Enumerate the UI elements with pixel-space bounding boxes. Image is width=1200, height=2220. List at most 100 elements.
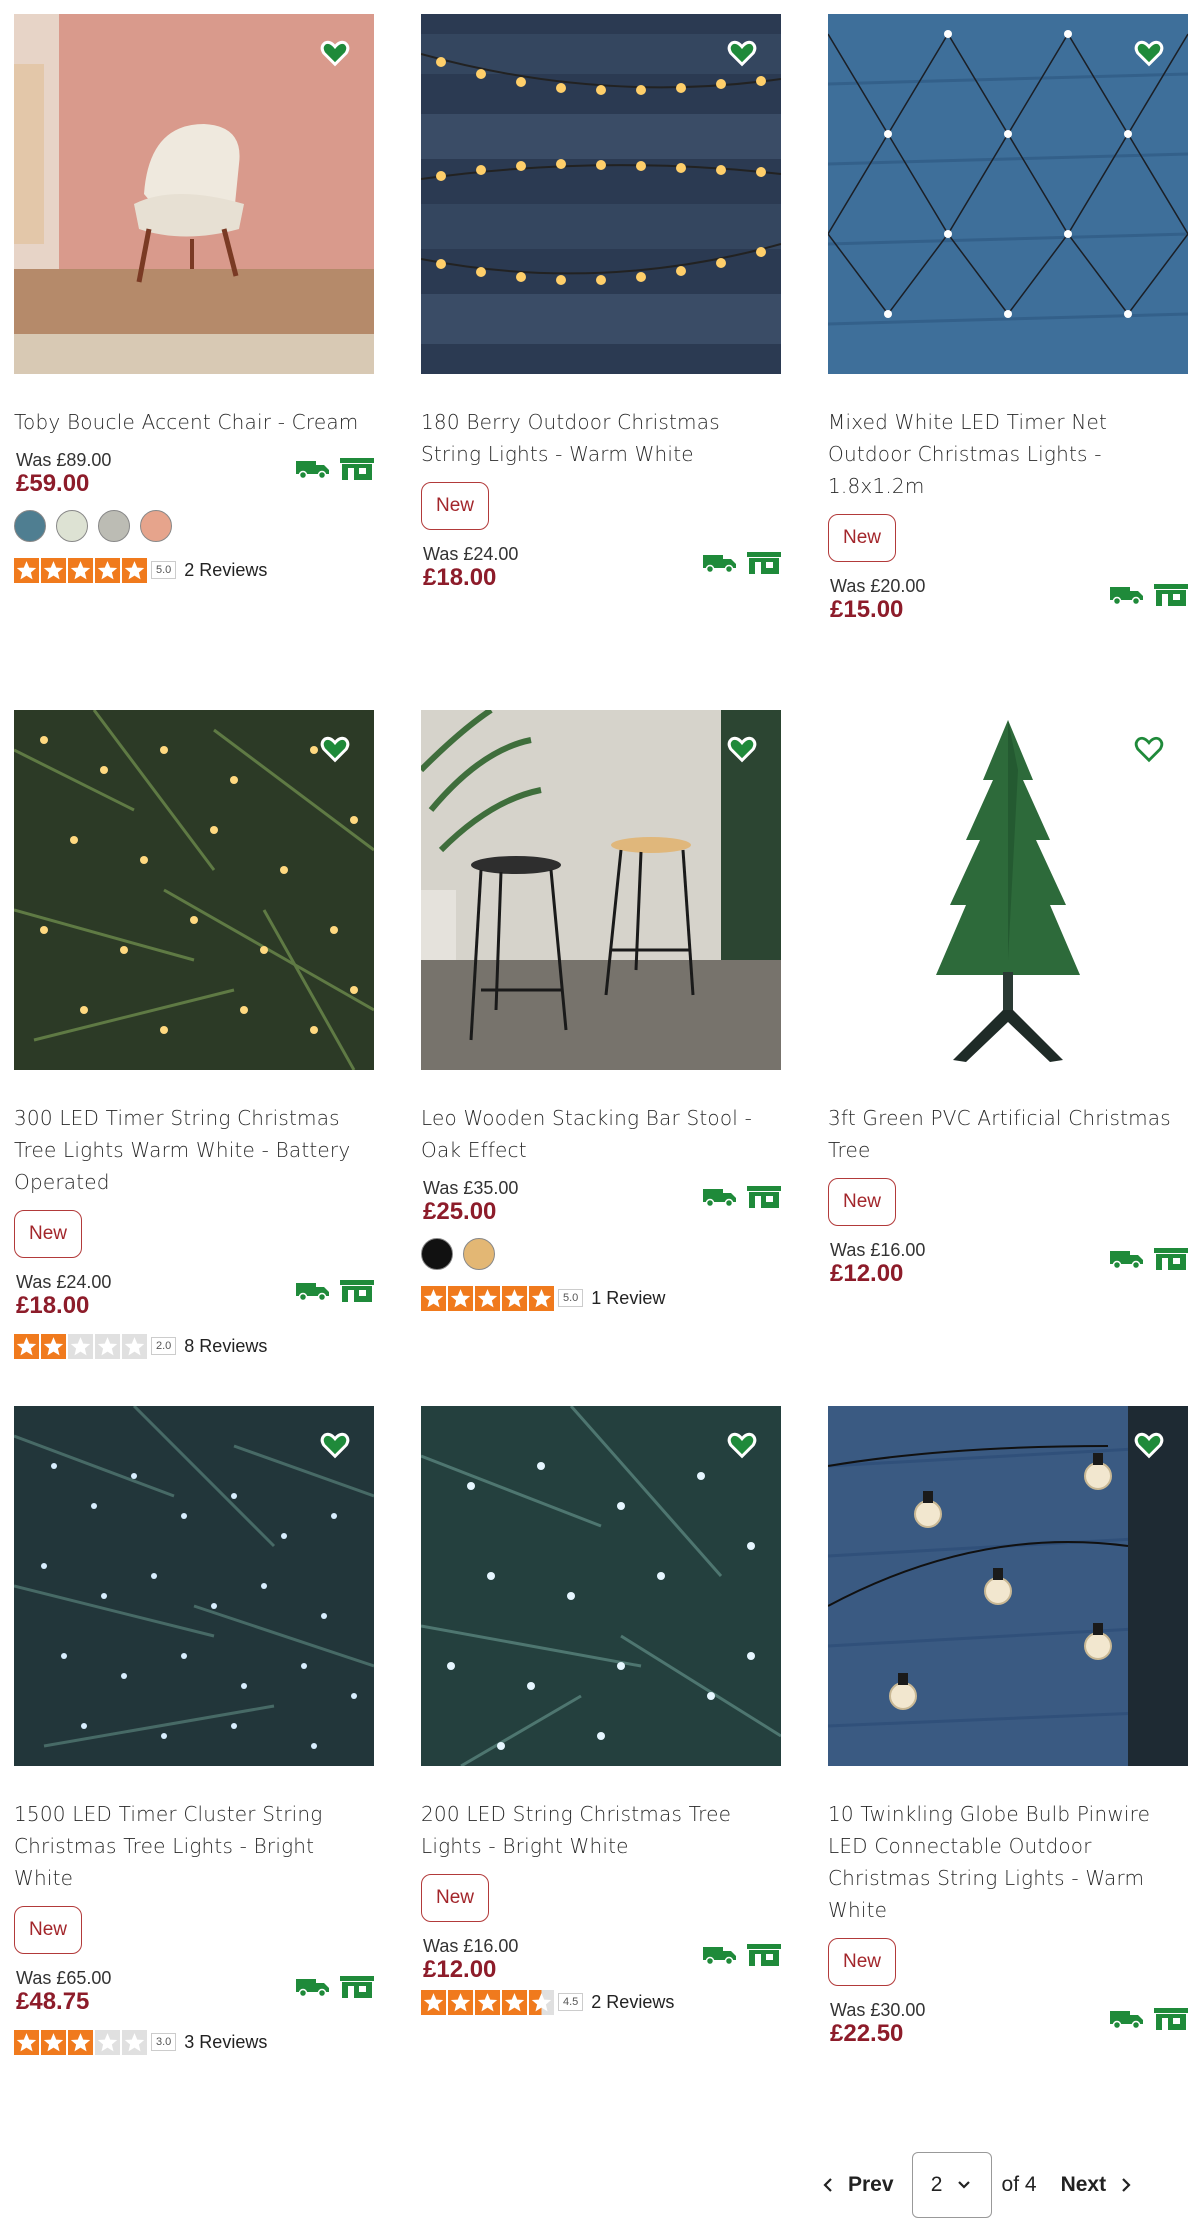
colour-swatch[interactable]	[56, 510, 88, 542]
colour-swatch[interactable]	[421, 1238, 453, 1270]
click-collect-icon	[1154, 1248, 1188, 1270]
current-price: £25.00	[423, 1198, 497, 1225]
prev-button[interactable]: Prev	[820, 2173, 894, 2197]
wishlist-button[interactable]	[725, 732, 759, 766]
pagination: Prev 2 of 4 Next	[820, 2150, 1190, 2220]
star-icon	[502, 1285, 527, 1311]
star-icon	[14, 557, 39, 583]
delivery-van-icon	[1110, 587, 1143, 606]
colour-swatch[interactable]	[98, 510, 130, 542]
rating-score: 5.0	[558, 1289, 584, 1307]
was-price: Was £89.00	[16, 450, 112, 470]
rating-score: 2.0	[151, 1337, 177, 1355]
current-price: £18.00	[423, 564, 497, 591]
product-image[interactable]	[14, 14, 374, 374]
star-icon	[529, 1285, 554, 1311]
new-badge: New	[421, 482, 490, 530]
product-title[interactable]: 300 LED Timer String Christmas Tree Ligh…	[14, 1102, 374, 1198]
fulfilment-icons	[703, 1944, 781, 1966]
product-image[interactable]	[421, 1406, 781, 1766]
current-page: 2	[930, 2173, 943, 2196]
product-title[interactable]: 1500 LED Timer Cluster String Christmas …	[14, 1798, 374, 1894]
colour-swatch[interactable]	[140, 510, 172, 542]
reviews-link[interactable]: 3 Reviews	[184, 2032, 267, 2053]
was-price: Was £30.00	[830, 2000, 926, 2020]
reviews-link[interactable]: 8 Reviews	[184, 1336, 267, 1357]
wishlist-button[interactable]	[1132, 36, 1166, 70]
current-price: £59.00	[16, 470, 90, 497]
star-icon	[448, 1989, 473, 2015]
fulfilment-icons	[296, 1280, 374, 1302]
heart-icon	[727, 1432, 757, 1459]
wishlist-button[interactable]	[1132, 1428, 1166, 1462]
reviews-link[interactable]: 1 Review	[591, 1288, 665, 1309]
star-rating	[421, 1285, 554, 1311]
price-block: Was £20.00 £15.00	[828, 570, 1188, 623]
next-button[interactable]: Next	[1061, 2173, 1135, 2197]
new-badge: New	[828, 514, 897, 562]
price-block: Was £30.00 £22.50	[828, 1994, 1188, 2047]
colour-swatch[interactable]	[463, 1238, 495, 1270]
wishlist-button[interactable]	[318, 1428, 352, 1462]
current-price: £15.00	[830, 596, 904, 623]
fulfilment-icons	[1110, 1248, 1188, 1270]
wishlist-button[interactable]	[318, 732, 352, 766]
delivery-van-icon	[296, 1283, 329, 1302]
product-image[interactable]	[828, 14, 1188, 374]
product-title[interactable]: Toby Boucle Accent Chair - Cream	[14, 406, 374, 438]
click-collect-icon	[340, 1976, 374, 1998]
price-block: Was £65.00 £48.75	[14, 1962, 374, 2015]
click-collect-icon	[747, 1186, 781, 1208]
star-icon	[122, 557, 147, 583]
colour-swatch[interactable]	[14, 510, 46, 542]
rating-score: 5.0	[151, 561, 177, 579]
current-price: £22.50	[830, 2020, 904, 2047]
star-icon	[68, 2029, 93, 2055]
product-title[interactable]: Mixed White LED Timer Net Outdoor Christ…	[828, 406, 1188, 502]
heart-icon	[320, 1432, 350, 1459]
price-block: Was £16.00 £12.00	[828, 1234, 1188, 1287]
reviews-link[interactable]: 2 Reviews	[184, 560, 267, 581]
rating-score: 4.5	[558, 1993, 584, 2011]
product-title[interactable]: Leo Wooden Stacking Bar Stool - Oak Effe…	[421, 1102, 781, 1166]
chevron-right-icon	[1122, 2178, 1131, 2192]
product-image[interactable]	[421, 710, 781, 1070]
star-icon	[95, 2029, 120, 2055]
current-price: £12.00	[423, 1956, 497, 1983]
was-price: Was £24.00	[423, 544, 519, 564]
star-icon	[95, 1333, 120, 1359]
wishlist-button[interactable]	[725, 36, 759, 70]
product-image[interactable]	[828, 710, 1188, 1070]
was-price: Was £16.00	[423, 1936, 519, 1956]
delivery-van-icon	[703, 1189, 736, 1208]
current-price: £48.75	[16, 1988, 90, 2015]
product-title[interactable]: 200 LED String Christmas Tree Lights - B…	[421, 1798, 781, 1862]
heart-icon	[727, 40, 757, 67]
wishlist-button[interactable]	[318, 36, 352, 70]
click-collect-icon	[747, 552, 781, 574]
product-title[interactable]: 3ft Green PVC Artificial Christmas Tree	[828, 1102, 1188, 1166]
product-title[interactable]: 10 Twinkling Globe Bulb Pinwire LED Conn…	[828, 1798, 1188, 1926]
product-image[interactable]	[828, 1406, 1188, 1766]
product-image[interactable]	[421, 14, 781, 374]
product-image[interactable]	[14, 1406, 374, 1766]
rating-row: 5.0 1 Review	[421, 1284, 781, 1312]
star-icon	[421, 1989, 446, 2015]
wishlist-button[interactable]	[725, 1428, 759, 1462]
wishlist-button[interactable]	[1132, 732, 1166, 766]
product-image[interactable]	[14, 710, 374, 1070]
delivery-van-icon	[703, 555, 736, 574]
was-price: Was £24.00	[16, 1272, 112, 1292]
page-select[interactable]: 2	[911, 2152, 992, 2218]
star-icon	[122, 2029, 147, 2055]
new-badge: New	[828, 1178, 897, 1226]
star-rating	[421, 1989, 554, 2015]
click-collect-icon	[340, 458, 374, 480]
delivery-van-icon	[1110, 2011, 1143, 2030]
rating-score: 3.0	[151, 2033, 177, 2051]
heart-icon	[727, 736, 757, 763]
rating-row: 4.5 2 Reviews	[421, 1988, 781, 2016]
reviews-link[interactable]: 2 Reviews	[591, 1992, 674, 2013]
product-title[interactable]: 180 Berry Outdoor Christmas String Light…	[421, 406, 781, 470]
price-block: Was £35.00 £25.00	[421, 1172, 781, 1225]
